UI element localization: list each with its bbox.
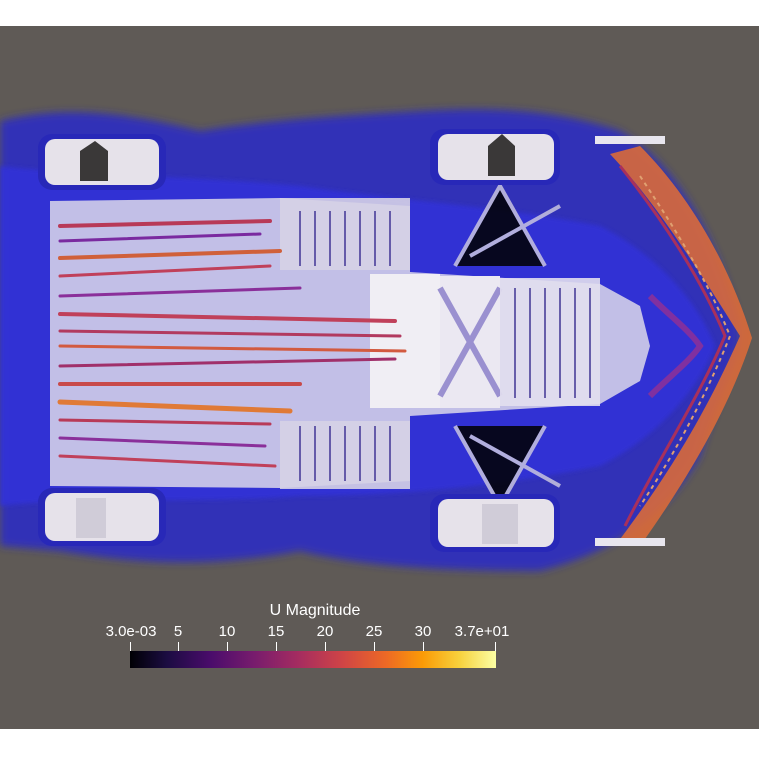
wheel-rear-right bbox=[38, 488, 166, 546]
wheel-front-left bbox=[430, 129, 560, 185]
wheel-rear-left bbox=[38, 134, 166, 190]
wheel-front-right bbox=[430, 494, 560, 552]
flow-visualization bbox=[0, 109, 752, 572]
render-viewport[interactable]: U Magnitude 3.0e-03 5 10 15 20 25 30 3.7… bbox=[0, 26, 759, 729]
